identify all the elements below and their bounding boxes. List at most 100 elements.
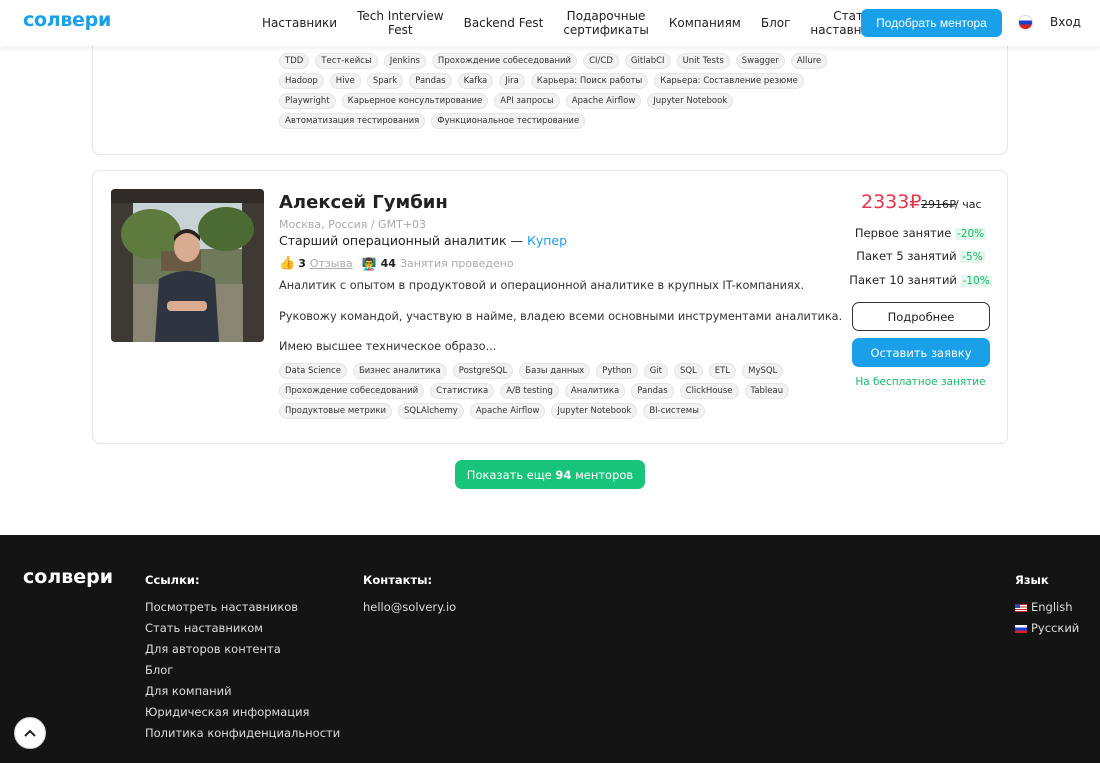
nav-tech-interview-fest[interactable]: Tech Interview Fest <box>357 9 444 37</box>
footer-link[interactable]: Политика конфиденциальности <box>145 726 340 740</box>
mentor-name[interactable]: Алексей Гумбин <box>279 192 448 213</box>
apply-button[interactable]: Оставить заявку <box>852 338 990 367</box>
skill-tag[interactable]: Git <box>643 363 668 379</box>
tag-row: TDD Тест-кейсы Jenkins Прохождение собеседо… <box>279 53 828 73</box>
language-flag-icon[interactable] <box>1018 15 1033 30</box>
footer-links: Ссылки: Посмотреть наставников Стать нас… <box>145 573 340 747</box>
details-button[interactable]: Подробнее <box>852 302 990 331</box>
skill-tag[interactable]: Jupyter Notebook <box>647 93 734 109</box>
mentor-role: Старший операционный аналитик — Купер <box>279 233 567 248</box>
footer-links-title: Ссылки: <box>145 573 200 587</box>
skill-tag[interactable]: TDD <box>279 53 310 69</box>
skill-tag[interactable]: SQL <box>673 363 703 379</box>
skill-tag[interactable]: Базы данных <box>519 363 591 379</box>
site-footer: солвери Ссылки: Посмотреть наставников С… <box>0 535 1100 763</box>
site-header: солвери Наставники Tech Interview Fest B… <box>0 0 1100 46</box>
site-logo[interactable]: солвери <box>23 9 111 31</box>
skill-tag[interactable]: Apache Airflow <box>565 93 642 109</box>
skill-tag[interactable]: Карьерное консультирование <box>341 93 489 109</box>
nav-mentors[interactable]: Наставники <box>262 16 337 30</box>
free-session-link[interactable]: На бесплатное занятие <box>833 376 1008 388</box>
tag-row: Playwright Карьерное консультирование API … <box>279 93 819 113</box>
skill-tag[interactable]: Прохождение собеседований <box>431 53 578 69</box>
skill-tag[interactable]: Продуктовые метрики <box>279 403 393 419</box>
nav-backend-fest[interactable]: Backend Fest <box>464 16 544 30</box>
thumbs-up-icon: 👍 <box>279 256 296 271</box>
footer-logo[interactable]: солвери <box>23 566 113 588</box>
discount-label: Пакет 10 занятий <box>849 273 957 287</box>
first-session-discount: Первое занятие -20% <box>833 226 1008 240</box>
discount-badge: -10% <box>960 275 992 287</box>
skill-tag[interactable]: Kafka <box>457 73 494 89</box>
skill-tag[interactable]: CI/CD <box>583 53 619 69</box>
skill-tag[interactable]: BI-системы <box>643 403 705 419</box>
tag-list: Data Science Бизнес аналитика PostgreSQL Ба… <box>279 363 819 423</box>
scroll-to-top-button[interactable] <box>14 717 46 749</box>
skill-tag[interactable]: Автоматизация тестирования <box>279 113 426 129</box>
skill-tag[interactable]: Hive <box>329 73 361 89</box>
skill-tag[interactable]: Jira <box>499 73 525 89</box>
skill-tag[interactable]: Карьера: Поиск работы <box>530 73 649 89</box>
footer-link[interactable]: Блог <box>145 663 340 677</box>
mentor-company-link[interactable]: Купер <box>527 233 567 248</box>
us-flag-icon <box>1015 603 1027 612</box>
skill-tag[interactable]: Playwright <box>279 93 336 109</box>
skill-tag[interactable]: Карьера: Составление резюме <box>654 73 804 89</box>
footer-link[interactable]: Для авторов контента <box>145 642 340 656</box>
footer-link[interactable]: Для компаний <box>145 684 340 698</box>
footer-contacts-title: Контакты: <box>363 573 433 587</box>
sessions-label: Занятия проведено <box>399 257 514 270</box>
skill-tag[interactable]: Аналитика <box>564 383 626 399</box>
skill-tag[interactable]: Unit Tests <box>676 53 730 69</box>
skill-tag[interactable]: Apache Airflow <box>469 403 546 419</box>
skill-tag[interactable]: SQLAlchemy <box>398 403 464 419</box>
chevron-up-icon <box>24 729 36 737</box>
nav-companies[interactable]: Компаниям <box>669 16 741 30</box>
skill-tag[interactable]: A/B testing <box>500 383 559 399</box>
footer-link[interactable]: Стать наставником <box>145 621 340 635</box>
skill-tag[interactable]: Allure <box>790 53 828 69</box>
mentor-description: Аналитик с опытом в продуктовой и операц… <box>279 279 805 292</box>
skill-tag[interactable]: Прохождение собеседований <box>279 383 425 399</box>
skill-tag[interactable]: PostgreSQL <box>452 363 514 379</box>
footer-link[interactable]: Юридическая информация <box>145 705 340 719</box>
skill-tag[interactable]: Jenkins <box>383 53 426 69</box>
footer-email-link[interactable]: hello@solvery.io <box>363 600 456 614</box>
skill-tag[interactable]: Pandas <box>409 73 452 89</box>
skill-tag[interactable]: Data Science <box>279 363 347 379</box>
skill-tag[interactable]: Tableau <box>744 383 790 399</box>
skill-tag[interactable]: API запросы <box>494 93 560 109</box>
skill-tag[interactable]: Pandas <box>631 383 674 399</box>
nav-gift-certificates[interactable]: Подарочные сертификаты <box>563 9 649 37</box>
skill-tag[interactable]: ETL <box>708 363 737 379</box>
skill-tag[interactable]: Spark <box>366 73 404 89</box>
language-label: Русский <box>1031 621 1080 635</box>
skill-tag[interactable]: Тест-кейсы <box>315 53 378 69</box>
find-mentor-button[interactable]: Подобрать ментора <box>861 9 1002 37</box>
language-russian[interactable]: Русский <box>1015 621 1079 635</box>
sessions-count: 44 <box>380 257 396 270</box>
skill-tag[interactable]: GitlabCI <box>624 53 671 69</box>
show-more-suffix: менторов <box>575 467 634 482</box>
skill-tag[interactable]: Hadoop <box>279 73 324 89</box>
skill-tag[interactable]: Python <box>596 363 638 379</box>
skill-tag[interactable]: ClickHouse <box>679 383 739 399</box>
price-unit: / час <box>955 198 982 211</box>
show-more-prefix: Показать еще <box>466 467 552 482</box>
nav-blog[interactable]: Блог <box>761 16 791 30</box>
mentor-sessions-icon: 👨‍🏫 <box>361 256 377 271</box>
language-english[interactable]: English <box>1015 600 1079 614</box>
skill-tag[interactable]: Jupyter Notebook <box>551 403 638 419</box>
skill-tag[interactable]: MySQL <box>742 363 784 379</box>
skill-tag[interactable]: Функциональное тестирование <box>431 113 586 129</box>
skill-tag[interactable]: Swagger <box>735 53 785 69</box>
mentor-old-price: 2916₽ <box>921 198 956 211</box>
footer-link[interactable]: Посмотреть наставников <box>145 600 340 614</box>
login-link[interactable]: Вход <box>1050 15 1081 29</box>
show-more-button[interactable]: Показать еще 94 менторов <box>455 460 645 489</box>
reviews-link[interactable]: Отзыва <box>310 257 353 270</box>
mentor-photo[interactable] <box>111 189 264 342</box>
skill-tag[interactable]: Статистика <box>430 383 495 399</box>
tag-row: Автоматизация тестирования Функциональное… <box>279 113 819 133</box>
skill-tag[interactable]: Бизнес аналитика <box>352 363 447 379</box>
